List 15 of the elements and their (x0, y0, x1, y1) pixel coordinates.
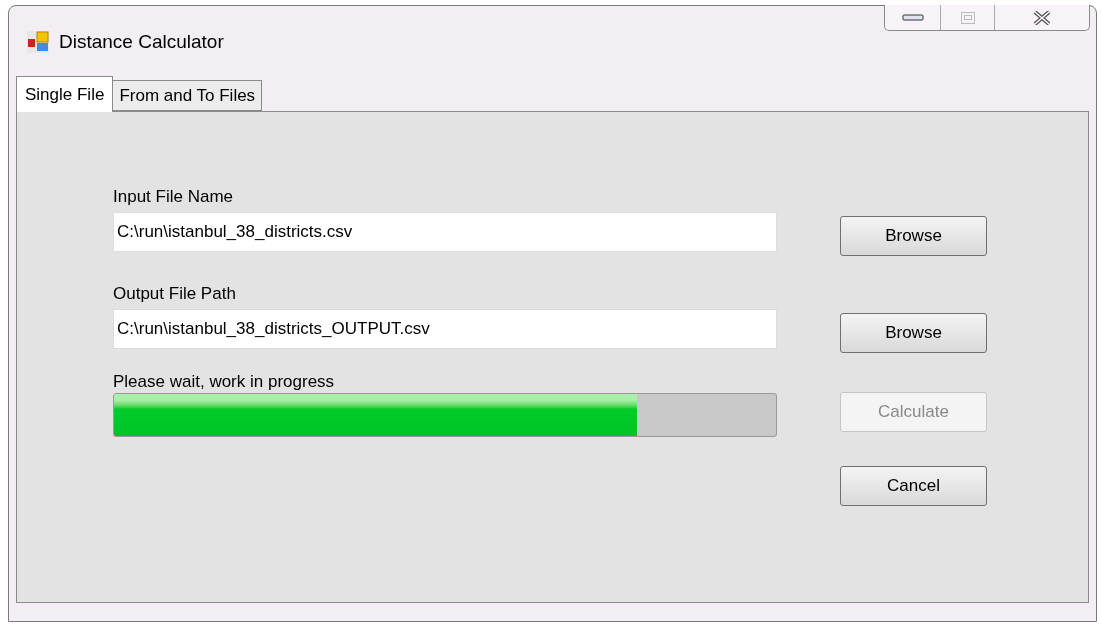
app-icon (27, 31, 49, 54)
field-label: Input File Name (113, 186, 234, 208)
progress-label: Please wait, work in progress (113, 371, 336, 393)
button[interactable]: Browse (840, 216, 987, 256)
input-field[interactable]: C:\run\istanbul_38_districts.csv (113, 212, 777, 252)
button[interactable]: Cancel (840, 466, 987, 506)
minimize-icon (901, 14, 924, 21)
field-label: Output File Path (113, 283, 237, 305)
maximize-icon (960, 11, 975, 24)
tab[interactable]: From and To Files (113, 80, 263, 111)
button[interactable]: Browse (840, 313, 987, 353)
input-field[interactable]: C:\run\istanbul_38_districts_OUTPUT.csv (113, 309, 777, 349)
window-title: Distance Calculator (59, 30, 224, 54)
tab[interactable]: Single File (16, 76, 114, 112)
close-icon (1033, 10, 1051, 25)
